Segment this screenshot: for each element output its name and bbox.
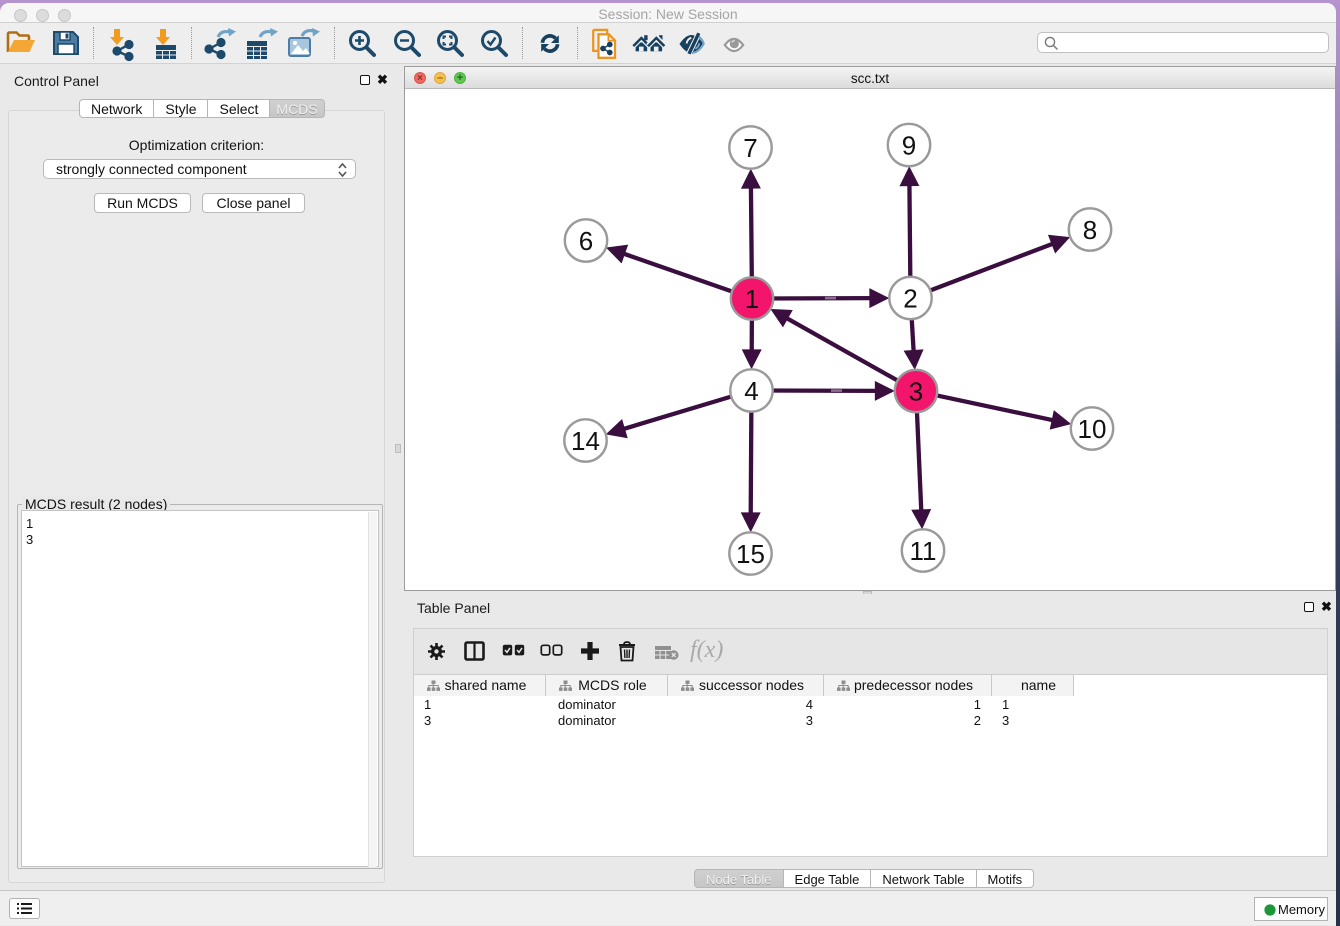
svg-text:4: 4: [744, 376, 758, 406]
svg-text:2: 2: [903, 284, 917, 314]
svg-text:7: 7: [743, 133, 757, 163]
svg-text:8: 8: [1083, 215, 1097, 245]
svg-text:14: 14: [571, 426, 600, 456]
svg-text:6: 6: [579, 226, 593, 256]
svg-text:1: 1: [745, 284, 759, 314]
svg-text:11: 11: [910, 536, 937, 566]
svg-text:3: 3: [909, 377, 923, 407]
svg-text:10: 10: [1078, 414, 1107, 444]
svg-text:15: 15: [736, 539, 765, 569]
svg-text:9: 9: [902, 131, 916, 161]
